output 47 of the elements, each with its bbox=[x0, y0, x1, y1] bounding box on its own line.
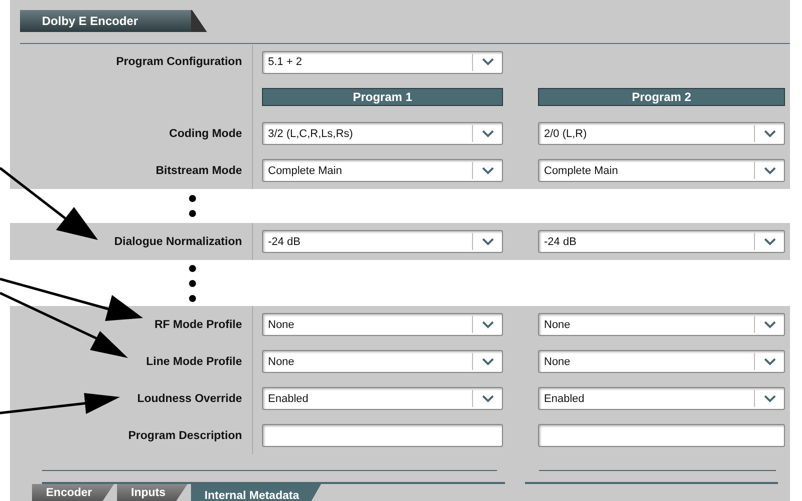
chevron-down-icon bbox=[764, 320, 776, 328]
field-label: Bitstream Mode bbox=[156, 164, 242, 176]
field-label: Coding Mode bbox=[169, 128, 242, 140]
column-header: Program 2 bbox=[538, 88, 785, 106]
chevron-down-icon bbox=[764, 238, 776, 246]
ellipsis-dot-icon bbox=[188, 280, 196, 286]
chevron-down-icon bbox=[482, 58, 494, 66]
field-label: Dialogue Normalization bbox=[114, 236, 242, 248]
text-field[interactable] bbox=[538, 424, 785, 447]
ellipsis-dot-icon bbox=[188, 294, 196, 302]
field-label: Line Mode Profile bbox=[146, 356, 242, 368]
chevron-down-icon bbox=[764, 166, 776, 174]
ellipsis-dot-icon bbox=[188, 210, 196, 217]
dropdown[interactable]: 5.1 + 2 bbox=[262, 50, 503, 74]
tab[interactable]: Inputs bbox=[117, 484, 188, 501]
dropdown[interactable]: 2/0 (L,R) bbox=[538, 122, 785, 145]
field-label: Program Description bbox=[128, 430, 242, 442]
dropdown[interactable]: -24 dB bbox=[538, 230, 785, 253]
dropdown[interactable]: None bbox=[262, 350, 503, 373]
chevron-down-icon bbox=[482, 166, 494, 174]
dropdown[interactable]: Enabled bbox=[262, 387, 503, 410]
field-label: RF Mode Profile bbox=[154, 318, 242, 330]
chevron-down-icon bbox=[764, 358, 776, 366]
chevron-down-icon bbox=[764, 394, 776, 402]
dropdown[interactable]: None bbox=[538, 313, 785, 336]
ellipsis-dot-icon bbox=[188, 264, 196, 272]
dropdown[interactable]: Complete Main bbox=[538, 159, 785, 182]
ellipsis-dot-icon bbox=[188, 195, 196, 202]
text-field[interactable] bbox=[262, 424, 503, 447]
chevron-down-icon bbox=[482, 320, 494, 328]
dropdown[interactable]: Complete Main bbox=[262, 159, 503, 182]
dropdown[interactable]: None bbox=[538, 350, 785, 373]
dropdown[interactable]: None bbox=[262, 313, 503, 336]
column-header: Program 1 bbox=[262, 88, 503, 106]
chevron-down-icon bbox=[482, 358, 494, 366]
dropdown[interactable]: 3/2 (L,C,R,Ls,Rs) bbox=[262, 122, 503, 145]
tab[interactable]: Encoder bbox=[32, 484, 114, 501]
chevron-down-icon bbox=[764, 130, 776, 138]
field-label: Program Configuration bbox=[116, 56, 242, 68]
tab[interactable]: Internal Metadata bbox=[190, 484, 322, 501]
field-label: Loudness Override bbox=[137, 392, 242, 404]
panel-title: Dolby E Encoder bbox=[20, 10, 207, 32]
chevron-down-icon bbox=[482, 394, 494, 402]
dropdown[interactable]: -24 dB bbox=[262, 230, 503, 253]
chevron-down-icon bbox=[482, 130, 494, 138]
dropdown[interactable]: Enabled bbox=[538, 387, 785, 410]
chevron-down-icon bbox=[482, 238, 494, 246]
